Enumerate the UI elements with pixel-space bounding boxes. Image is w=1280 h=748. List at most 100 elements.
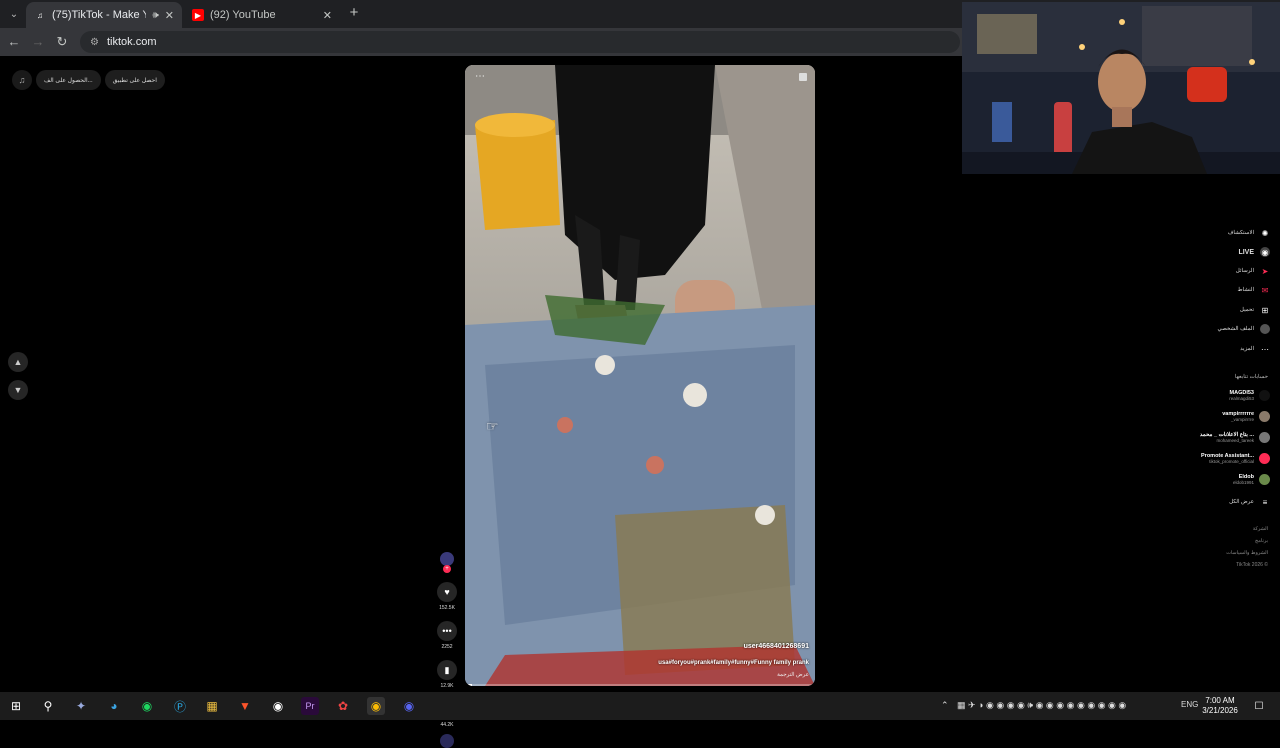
get-app-button[interactable]: احصل على تطبيق <box>104 70 165 90</box>
new-tab-button[interactable]: + <box>346 5 362 21</box>
avatar <box>1259 411 1270 422</box>
see-all-label: عرض الكل <box>1229 499 1254 505</box>
get-coins-button[interactable]: الحصول على الف... <box>36 70 101 90</box>
footer-link[interactable]: الشركة <box>1253 526 1268 532</box>
see-all-button[interactable]: عرض الكل ≡ <box>1229 497 1270 507</box>
copilot-icon[interactable]: ✦ <box>72 697 90 715</box>
progress-fill <box>465 684 472 686</box>
profile-icon <box>1260 324 1270 334</box>
heart-icon[interactable]: ♥ <box>437 582 457 602</box>
video-frame <box>465 65 815 686</box>
footer-link[interactable]: الشروط والسياسات <box>1226 550 1268 556</box>
account-handle: realmagdi53 <box>1229 396 1254 401</box>
video-player[interactable]: ⋯ user4668401268691 usa#foryou#prank#fam… <box>465 65 815 686</box>
back-icon[interactable]: ← <box>6 34 22 50</box>
message-icon: ➤ <box>1261 266 1269 276</box>
discord-icon[interactable]: ◉ <box>400 697 418 715</box>
search-icon[interactable]: ⚲ <box>39 697 57 715</box>
close-tab-icon[interactable]: ✕ <box>323 9 332 22</box>
address-bar[interactable]: ⚙ tiktok.com <box>80 31 960 53</box>
account-item[interactable]: Eldob eldob1991 <box>1233 474 1270 485</box>
nav-messages[interactable]: الرسائل ➤ <box>1236 266 1270 276</box>
video-description: usa#foryou#prank#family#funny#Funny fami… <box>658 660 809 666</box>
music-disc-icon[interactable] <box>440 734 454 748</box>
mini-player-icon[interactable] <box>799 73 807 81</box>
tiktok-logo-icon[interactable]: ♫ <box>12 70 32 90</box>
avatar <box>1259 390 1270 401</box>
nav-label: الملف الشخصي <box>1217 326 1254 332</box>
tab-title: (75)TikTok - Make Your Day <box>52 9 147 21</box>
avatar <box>1259 432 1270 443</box>
live-icon: ◉ <box>1260 247 1270 257</box>
video-author[interactable]: user4668401268691 <box>744 643 809 650</box>
spotify-icon[interactable]: ◉ <box>138 697 156 715</box>
windows-taskbar: ⊞ ⚲ ✦ ◕ ◉ Ⓟ ▦ ▼ ◉ Pr ✿ ◉ ◉ ⌃ ▦ ✈ ◑ ◉ ◉ ◉… <box>0 692 1280 720</box>
nav-upload[interactable]: تحميل ⊞ <box>1240 305 1270 315</box>
tab-youtube[interactable]: ▶ (92) YouTube ✕ <box>184 2 340 28</box>
follow-plus-icon[interactable]: + <box>443 565 451 573</box>
clock-date: 3/21/2026 <box>1202 706 1238 715</box>
more-options-icon[interactable]: ⋯ <box>475 71 485 82</box>
nav-label: النشاط <box>1237 287 1254 293</box>
tab-search-icon[interactable]: ⌄ <box>4 4 24 24</box>
footer-link[interactable]: برنامج <box>1255 538 1268 544</box>
nav-live[interactable]: LIVE ◉ <box>1238 247 1270 257</box>
upload-icon: ⊞ <box>1261 305 1269 315</box>
tray-icons[interactable]: ▦ ✈ ◑ ◉ ◉ ◉ ◉ 🕪 ◉ ◉ ◉ ◉ ◉ ◉ ◉ ◉ ◉ <box>957 700 1126 711</box>
webcam-image <box>962 2 1280 174</box>
brave-icon[interactable]: ▼ <box>236 697 254 715</box>
url-text: tiktok.com <box>106 36 157 48</box>
see-translation-link[interactable]: عرض الترجمة <box>777 672 809 678</box>
prev-video-button[interactable]: ▲ <box>8 352 28 372</box>
nav-label: الرسائل <box>1235 268 1254 274</box>
account-item[interactable]: vampirrrrrre _vampirrrre <box>1222 411 1270 422</box>
nav-label: المزيد <box>1240 346 1254 352</box>
avatar <box>1259 453 1270 464</box>
bookmark-icon[interactable]: ▮ <box>437 660 457 680</box>
obs-icon[interactable]: ◉ <box>269 697 287 715</box>
compass-icon: ✺ <box>1261 228 1269 238</box>
ccleaner-icon[interactable]: Ⓟ <box>171 697 189 715</box>
account-handle: _vampirrrre <box>1230 417 1254 422</box>
close-tab-icon[interactable]: ✕ <box>165 9 174 22</box>
tiktok-icon: ♫ <box>37 10 43 20</box>
next-video-button[interactable]: ▼ <box>8 380 28 400</box>
premiere-icon[interactable]: Pr <box>301 697 319 715</box>
file-explorer-icon[interactable]: ▦ <box>203 697 221 715</box>
clock-time: 7:00 AM <box>1205 696 1235 705</box>
comment-icon[interactable]: ••• <box>437 621 457 641</box>
reload-icon[interactable]: ↻ <box>54 34 70 50</box>
video-progress-bar[interactable] <box>465 684 815 686</box>
account-item[interactable]: MAGDI53 realmagdi53 <box>1229 390 1270 401</box>
copyright-text: TikTok 2026 © <box>1236 562 1268 568</box>
account-item[interactable]: بتاع الاعلانات _ محمد ... mohameed_tareek <box>1200 432 1270 443</box>
list-icon: ≡ <box>1262 497 1268 507</box>
creator-avatar[interactable]: + <box>440 552 454 573</box>
more-icon: ⋯ <box>1261 344 1269 354</box>
notification-icon[interactable]: ☐ <box>1250 697 1268 715</box>
site-info-icon[interactable]: ⚙ <box>90 37 99 48</box>
tray-overflow-icon[interactable]: ⌃ <box>941 700 949 711</box>
speaker-icon[interactable]: 🕪 <box>152 10 158 21</box>
forward-icon[interactable]: → <box>30 34 46 50</box>
save-count: 12.9K <box>440 683 454 689</box>
tab-tiktok[interactable]: ♫ (75)TikTok - Make Your Day 🕪 ✕ <box>26 2 182 28</box>
language-indicator[interactable]: ENG <box>1181 700 1198 709</box>
following-title: حسابات تتابعها <box>1234 374 1268 380</box>
account-item[interactable]: Promote Assistant... tiktok_promote_offic… <box>1201 453 1270 464</box>
nav-activity[interactable]: النشاط ✉ <box>1237 285 1270 295</box>
chrome-icon[interactable]: ◉ <box>367 697 385 715</box>
app-icon[interactable]: ✿ <box>334 697 352 715</box>
edge-icon[interactable]: ◕ <box>105 697 123 715</box>
nav-more[interactable]: المزيد ⋯ <box>1240 344 1270 354</box>
save-action[interactable]: ▮ 12.9K <box>437 660 457 689</box>
tab-title: (92) YouTube <box>210 9 276 21</box>
account-handle: tiktok_promote_official <box>1209 459 1254 464</box>
like-action[interactable]: ♥ 152.5K <box>437 582 457 611</box>
nav-profile[interactable]: الملف الشخصي <box>1218 324 1270 334</box>
comment-action[interactable]: ••• 2252 <box>437 621 457 650</box>
nav-explore[interactable]: الاستكشاف ✺ <box>1228 228 1270 238</box>
system-clock[interactable]: 7:00 AM 3/21/2026 <box>1198 696 1242 716</box>
windows-start-icon[interactable]: ⊞ <box>7 697 25 715</box>
webcam-overlay <box>962 2 1280 174</box>
